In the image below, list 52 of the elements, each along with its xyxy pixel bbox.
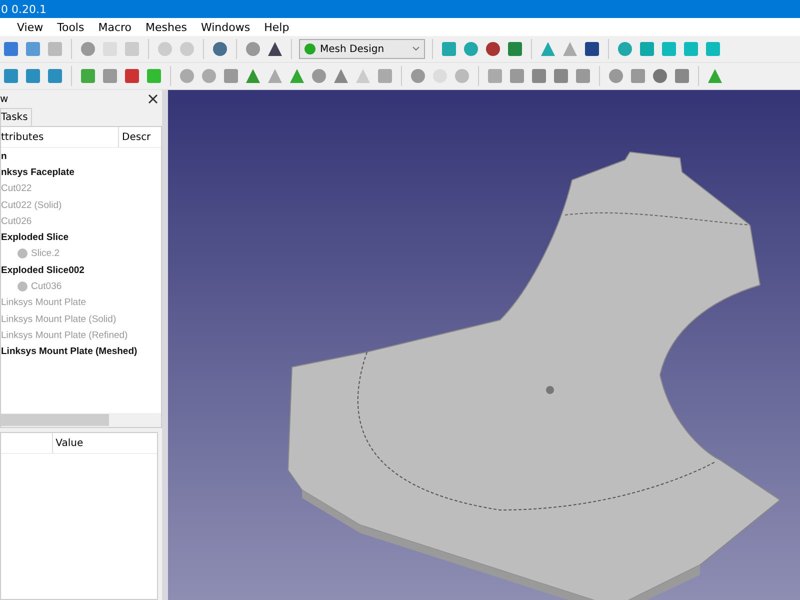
tree-item-label: Cut036 <box>31 281 62 292</box>
square-icon[interactable] <box>2 40 20 58</box>
column-header: Value <box>52 433 157 453</box>
circle-icon[interactable] <box>211 40 229 58</box>
tree-item-label: Linksys Mount Plate (Meshed) <box>1 346 138 358</box>
tree-item-label: Exploded Slice002 <box>1 264 84 276</box>
caret-icon <box>412 46 420 52</box>
tree-item-label: Linksys Mount Plate <box>1 297 86 308</box>
window-title: 0 0.20.1 <box>1 2 46 16</box>
circle-icon[interactable] <box>310 67 328 85</box>
tree-item-label: Cut022 (Solid) <box>1 200 62 211</box>
tree-item-label: Slice.2 <box>31 248 60 260</box>
object-icon <box>17 248 28 260</box>
circle-icon[interactable] <box>462 40 480 58</box>
column-header: ttributes <box>1 130 45 144</box>
circle-icon[interactable] <box>79 40 97 58</box>
tree-item-label: Cut026 <box>1 216 32 227</box>
tree-item-label: Cut022 <box>1 183 32 194</box>
menu-item[interactable]: Windows <box>194 20 258 34</box>
tree-item[interactable]: Exploded Slice <box>1 229 161 246</box>
menu-item[interactable]: Macro <box>91 20 139 34</box>
panel-title: w <box>0 94 8 104</box>
close-icon[interactable] <box>148 94 158 104</box>
square-icon[interactable] <box>583 40 601 58</box>
circle-icon[interactable] <box>484 40 502 58</box>
sphere-icon <box>304 43 316 55</box>
tree-item[interactable]: Exploded Slice002 <box>1 262 161 278</box>
menu-item[interactable]: Meshes <box>138 20 194 34</box>
square-icon[interactable] <box>506 40 524 58</box>
tree-item[interactable]: n <box>1 148 161 164</box>
tree-item-label: Linksys Mount Plate (Refined) <box>1 330 128 341</box>
scrollbar-thumb[interactable] <box>1 414 109 426</box>
square-icon[interactable] <box>123 67 141 85</box>
menu-item[interactable]: View <box>10 20 50 34</box>
circle-icon[interactable] <box>409 67 427 85</box>
circle-icon[interactable] <box>651 67 669 85</box>
3d-viewport[interactable] <box>168 90 800 600</box>
tree-item-label: nksys Faceplate <box>1 166 74 178</box>
tree-item[interactable]: nksys Faceplate <box>1 164 161 181</box>
triangle-icon[interactable] <box>266 40 284 58</box>
tree-item-label: Linksys Mount Plate (Solid) <box>1 314 116 325</box>
column-header: Descr <box>118 127 161 147</box>
workbench-dropdown[interactable]: Mesh Design <box>299 39 425 59</box>
tree-item[interactable]: Linksys Mount Plate (Meshed) <box>1 344 161 360</box>
tree-item-label: n <box>1 150 7 162</box>
circle-icon[interactable] <box>616 40 634 58</box>
tree-item-label: Exploded Slice <box>1 232 69 244</box>
tab[interactable]: Tasks <box>0 108 32 126</box>
object-icon <box>17 281 28 292</box>
menu-item[interactable]: Tools <box>50 20 92 34</box>
menu-item[interactable]: Help <box>257 20 296 34</box>
circle-icon[interactable] <box>607 67 625 85</box>
